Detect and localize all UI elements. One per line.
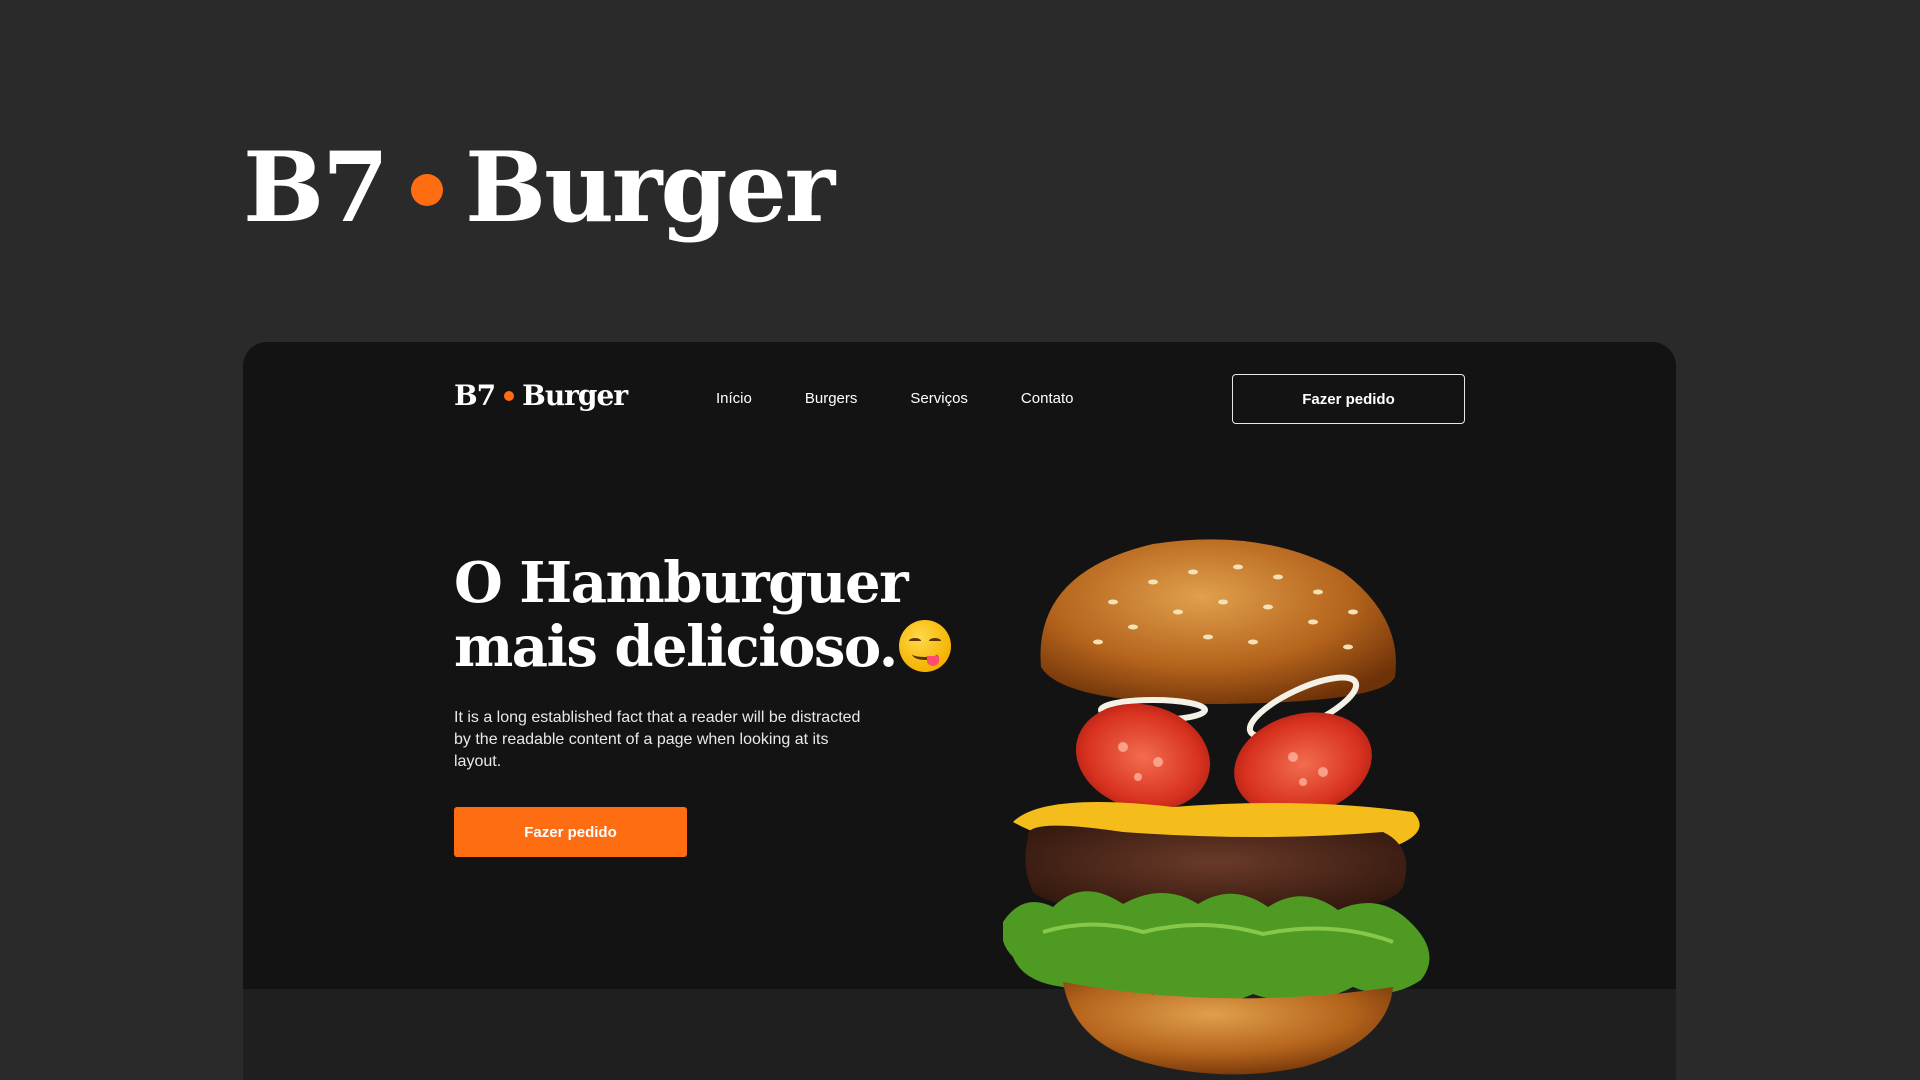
presentation-logo-right: Burger — [464, 131, 835, 244]
hero-title-line-2-wrap: mais delicioso. — [454, 614, 951, 678]
yum-emoji-icon — [898, 620, 951, 672]
presentation-logo-left: B7 — [243, 131, 389, 244]
nav-order-button[interactable]: Fazer pedido — [1232, 374, 1465, 424]
logo-dot-icon — [410, 174, 443, 206]
burger-image — [1003, 539, 1430, 1075]
hero-title: O Hamburguer mais delicioso. — [454, 552, 951, 678]
nav-link-servicos[interactable]: Serviços — [910, 390, 968, 407]
nav-logo-left: B7 — [454, 379, 496, 412]
nav-link-inicio[interactable]: Início — [716, 390, 752, 407]
mockup-next-section — [243, 989, 1676, 1080]
hero-title-line-1: O Hamburguer — [454, 550, 909, 616]
hero-description: It is a long established fact that a rea… — [454, 709, 861, 770]
hero-order-button[interactable]: Fazer pedido — [454, 807, 687, 857]
presentation-logo: B7 Burger — [243, 131, 835, 244]
nav-logo-right: Burger — [522, 379, 628, 412]
website-mockup: B7 Burger Início Burgers Serviços Contat… — [243, 342, 1676, 1080]
nav-link-contato[interactable]: Contato — [1021, 390, 1074, 407]
main-nav: Início Burgers Serviços Contato — [716, 390, 1073, 407]
nav-logo[interactable]: B7 Burger — [454, 379, 628, 412]
nav-logo-dot-icon — [504, 391, 515, 401]
nav-link-burgers[interactable]: Burgers — [805, 390, 858, 407]
hero-title-line-2: mais delicioso. — [454, 614, 898, 680]
